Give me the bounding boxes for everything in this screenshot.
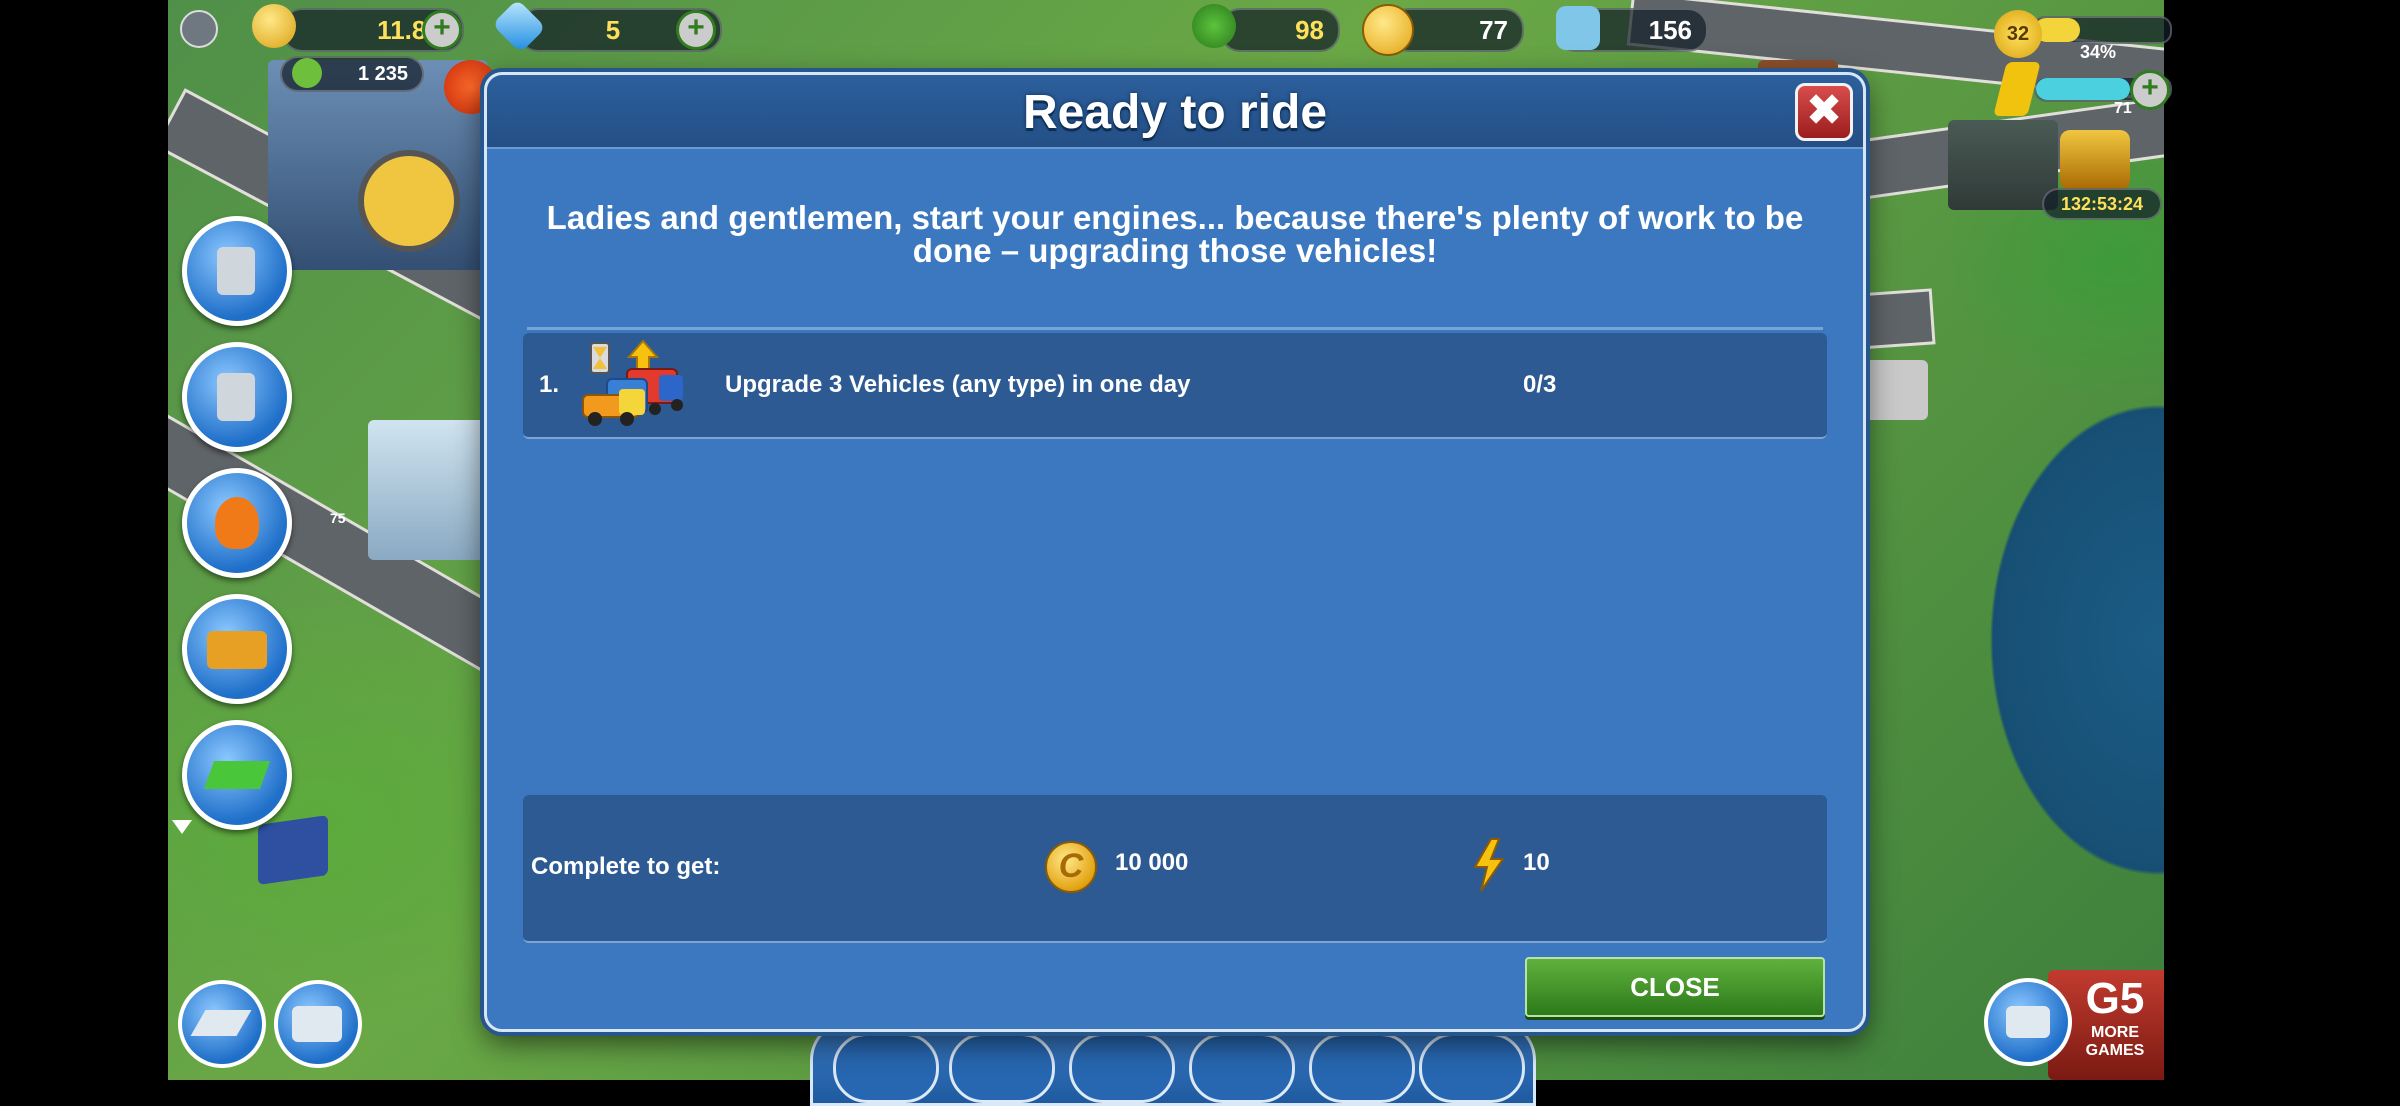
trophy-icon [217, 247, 255, 295]
add-money-button[interactable]: + [422, 10, 462, 50]
close-button[interactable]: CLOSE [1525, 957, 1825, 1017]
task-row: 1. Upgrade 3 Vehicles (any type) in one … [523, 333, 1827, 439]
task-number: 1. [539, 371, 560, 398]
cash-icon [292, 58, 322, 88]
expand-territory-button[interactable] [182, 720, 292, 830]
treasure-chest-icon[interactable] [2060, 130, 2130, 190]
quest-description: Ladies and gentlemen, start your engines… [546, 199, 1804, 269]
reward-label: Complete to get: [531, 853, 721, 880]
xp-bar [2032, 16, 2172, 44]
g5-logo: G5 [2085, 974, 2145, 1023]
dock-button-freight[interactable] [1069, 1033, 1175, 1103]
dock-button-ships[interactable] [833, 1033, 939, 1103]
bulldozer-button[interactable] [274, 980, 362, 1068]
quest-dialog: Ready to ride ✖ Ladies and gentlemen, st… [484, 72, 1866, 1032]
task-progress: 0/3 [1523, 371, 1557, 398]
dialog-header: Ready to ride [487, 75, 1863, 149]
vehicles-icon [207, 631, 267, 669]
trees-value: 98 [1295, 14, 1324, 45]
dock-button-transit[interactable] [1189, 1033, 1295, 1103]
expand-icon [203, 761, 271, 789]
road-icon [190, 1010, 252, 1036]
bulldozer-icon [292, 1006, 342, 1042]
fire-safety-button[interactable] [182, 468, 292, 578]
smiley-icon [1362, 4, 1414, 56]
level-star-icon: 32 [1994, 10, 2042, 58]
side-counter: 75 [330, 510, 346, 526]
more-games-label: MORE GAMES [2085, 1024, 2145, 1059]
population-trophy-button[interactable] [182, 342, 292, 452]
level-value: 32 [2006, 23, 2030, 45]
chest-timer: 132:53:24 [2042, 188, 2162, 220]
population-icon [1556, 6, 1600, 50]
lightning-icon [1473, 838, 1505, 892]
coins-icon [252, 4, 296, 48]
bottom-dock [810, 1020, 1536, 1106]
add-energy-button[interactable]: + [2130, 70, 2170, 110]
energy-value: 71 [2114, 100, 2132, 117]
trees-counter: 98 [1220, 8, 1340, 52]
reward-panel: Complete to get: C 10 000 10 [523, 795, 1827, 943]
reward-coins-amount: 10 000 [1115, 849, 1189, 876]
camera-button[interactable] [1984, 978, 2072, 1066]
dock-button-storage[interactable] [1309, 1033, 1415, 1103]
helipad[interactable] [358, 150, 460, 252]
coin-icon: C [1045, 841, 1097, 893]
settings-gear-icon[interactable] [180, 10, 218, 48]
road-build-button[interactable] [178, 980, 266, 1068]
reward-energy-amount: 10 [1523, 849, 1550, 876]
xp-percent: 34% [2080, 42, 2117, 62]
fire-shield-icon [215, 497, 259, 549]
vehicle-quest-button[interactable] [182, 594, 292, 704]
add-gems-button[interactable]: + [676, 10, 716, 50]
dialog-title: Ready to ride [1022, 86, 1328, 139]
collapse-arrow-icon[interactable] [172, 820, 192, 834]
close-x-button[interactable]: ✖ [1795, 83, 1853, 141]
factory-building[interactable] [1948, 120, 2058, 210]
vehicles-upgrade-icon [582, 339, 683, 426]
camera-icon [2006, 1006, 2050, 1038]
tree-icon [1192, 4, 1236, 48]
trophy-icon [217, 373, 255, 421]
task-description: Upgrade 3 Vehicles (any type) in one day [725, 371, 1191, 398]
billboard[interactable] [258, 815, 328, 885]
more-games-button[interactable]: G5 MORE GAMES [2070, 974, 2160, 1064]
eco-trophy-button[interactable] [182, 216, 292, 326]
energy-bar-fill [2036, 78, 2130, 100]
dock-button-trains[interactable] [949, 1033, 1055, 1103]
dock-button-g5[interactable] [1419, 1033, 1525, 1103]
divider [527, 327, 1823, 330]
